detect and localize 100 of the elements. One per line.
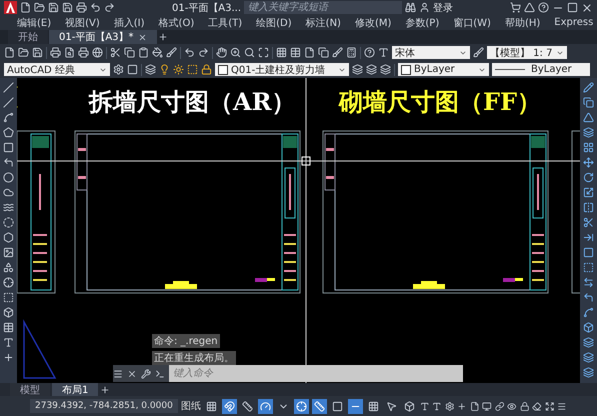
paper-space-toggle[interactable]: 图纸	[180, 399, 201, 413]
menu-item[interactable]: 参数(P)	[402, 16, 442, 30]
paste-icon[interactable]	[138, 47, 149, 58]
maximize-icon[interactable]	[567, 2, 578, 13]
grip-icon[interactable]	[113, 368, 123, 378]
redo-icon[interactable]	[198, 47, 209, 58]
open-icon[interactable]	[18, 47, 29, 58]
login-link[interactable]: 登录	[433, 0, 454, 14]
open-icon[interactable]	[34, 2, 45, 13]
lock-icon[interactable]	[201, 64, 212, 75]
wrench-icon[interactable]	[141, 368, 151, 378]
close-icon[interactable]	[127, 368, 137, 378]
menu-item[interactable]: 格式(O)	[156, 16, 198, 30]
point-icon[interactable]	[3, 277, 14, 288]
linetype-dropdown[interactable]: ByLayer	[492, 63, 590, 76]
cart-icon[interactable]	[510, 2, 522, 13]
copy-icon[interactable]	[124, 47, 135, 58]
zoom-extents-icon[interactable]	[258, 47, 269, 58]
copy-icon[interactable]	[583, 97, 594, 108]
menu-item[interactable]: 编辑(E)	[14, 16, 54, 30]
font-dropdown[interactable]: 宋体	[392, 46, 470, 59]
construction-line-icon[interactable]	[3, 97, 14, 108]
menu-item[interactable]: 工具(T)	[205, 16, 246, 30]
zoom-icon[interactable]	[230, 47, 241, 58]
redo-icon[interactable]	[104, 2, 115, 13]
save-icon[interactable]	[48, 2, 59, 13]
triangle-icon[interactable]	[524, 2, 536, 13]
sun-icon[interactable]	[173, 64, 184, 75]
line-icon[interactable]	[3, 82, 14, 93]
lightbulb-icon[interactable]	[159, 64, 170, 75]
add-icon[interactable]	[457, 400, 467, 412]
blend-icon[interactable]	[583, 307, 594, 318]
spline-icon[interactable]	[3, 202, 14, 213]
document-tab[interactable]: 开始	[8, 30, 48, 44]
plot-icon[interactable]	[50, 47, 61, 58]
mirror-icon[interactable]	[583, 112, 594, 123]
app-logo-icon[interactable]	[4, 1, 17, 14]
fullscreen-icon[interactable]	[544, 400, 554, 412]
layer-dropdown[interactable]: Q01-土建柱及剪力墙	[215, 63, 349, 76]
erase-icon[interactable]	[583, 82, 594, 93]
menu-icon[interactable]	[557, 400, 567, 412]
document-tab[interactable]: 01-平面【A3】*	[49, 30, 157, 44]
arc-icon[interactable]	[3, 157, 14, 168]
plot-icon[interactable]	[76, 2, 87, 13]
rotate-icon[interactable]	[583, 172, 594, 183]
menu-item[interactable]: 标注(N)	[302, 16, 344, 30]
save-icon[interactable]	[32, 47, 43, 58]
menu-item[interactable]: Express	[551, 17, 596, 28]
search-field[interactable]: 键入关键字或短语	[244, 1, 402, 14]
add-selected-icon[interactable]	[3, 352, 14, 363]
polyline-icon[interactable]	[3, 112, 14, 123]
table-icon[interactable]	[3, 322, 14, 333]
command-input[interactable]: 键入命令	[169, 365, 463, 382]
layout-tab[interactable]: 布局1	[52, 383, 98, 396]
user-icon[interactable]	[419, 2, 430, 13]
menu-item[interactable]: 帮助(H)	[502, 16, 544, 30]
array-icon[interactable]	[583, 142, 594, 153]
new-tab-icon[interactable]	[158, 32, 168, 42]
menu-item[interactable]: 视图(V)	[62, 16, 103, 30]
prompt-icon[interactable]	[155, 368, 165, 378]
calculator-icon[interactable]	[346, 47, 357, 58]
workspace-dropdown[interactable]: AutoCAD 经典	[4, 63, 110, 76]
text-style-icon[interactable]	[378, 47, 389, 58]
ellipse-icon[interactable]	[3, 217, 14, 228]
binoculars-icon[interactable]	[405, 2, 416, 13]
close-icon[interactable]	[581, 2, 594, 14]
new-layout-icon[interactable]	[100, 384, 110, 394]
new-icon[interactable]	[4, 47, 15, 58]
trim-icon[interactable]	[583, 217, 594, 228]
move-icon[interactable]	[583, 157, 594, 168]
rectangle-icon[interactable]	[3, 142, 14, 153]
close-icon[interactable]	[138, 32, 147, 42]
polygon-icon[interactable]	[3, 127, 14, 138]
menu-item[interactable]: 插入(I)	[110, 16, 148, 30]
zoom-window-icon[interactable]	[244, 47, 255, 58]
make-block-icon[interactable]	[3, 262, 14, 273]
undo-icon[interactable]	[184, 47, 195, 58]
save-as-icon[interactable]	[62, 2, 73, 13]
preview-icon[interactable]	[64, 47, 75, 58]
extend-icon[interactable]	[583, 232, 594, 243]
menu-item[interactable]: 窗口(W)	[450, 16, 494, 30]
pan-icon[interactable]	[216, 47, 227, 58]
circle-icon[interactable]	[3, 172, 14, 183]
undo-icon[interactable]	[90, 2, 101, 13]
revision-cloud-icon[interactable]	[3, 187, 14, 198]
settings-icon[interactable]	[113, 64, 124, 75]
new-icon[interactable]	[20, 2, 31, 13]
color-dropdown[interactable]: ByLayer	[398, 63, 489, 76]
annotation-scale-dropdown[interactable]: 【模型】 1: 7	[487, 46, 567, 59]
help-icon[interactable]	[364, 47, 375, 58]
cut-icon[interactable]	[110, 47, 121, 58]
settings-icon[interactable]	[444, 400, 454, 412]
lock-icon[interactable]	[520, 400, 530, 412]
coordinates-display: 2739.4392, -784.2851, 0.0000	[30, 399, 178, 413]
layer-properties-icon[interactable]	[145, 64, 156, 75]
layout-tab[interactable]: 模型	[10, 383, 50, 396]
text-icon[interactable]	[3, 337, 14, 348]
menu-item[interactable]: 绘图(D)	[253, 16, 295, 30]
help-icon[interactable]	[538, 2, 550, 13]
menu-item[interactable]: 修改(M)	[352, 16, 394, 30]
